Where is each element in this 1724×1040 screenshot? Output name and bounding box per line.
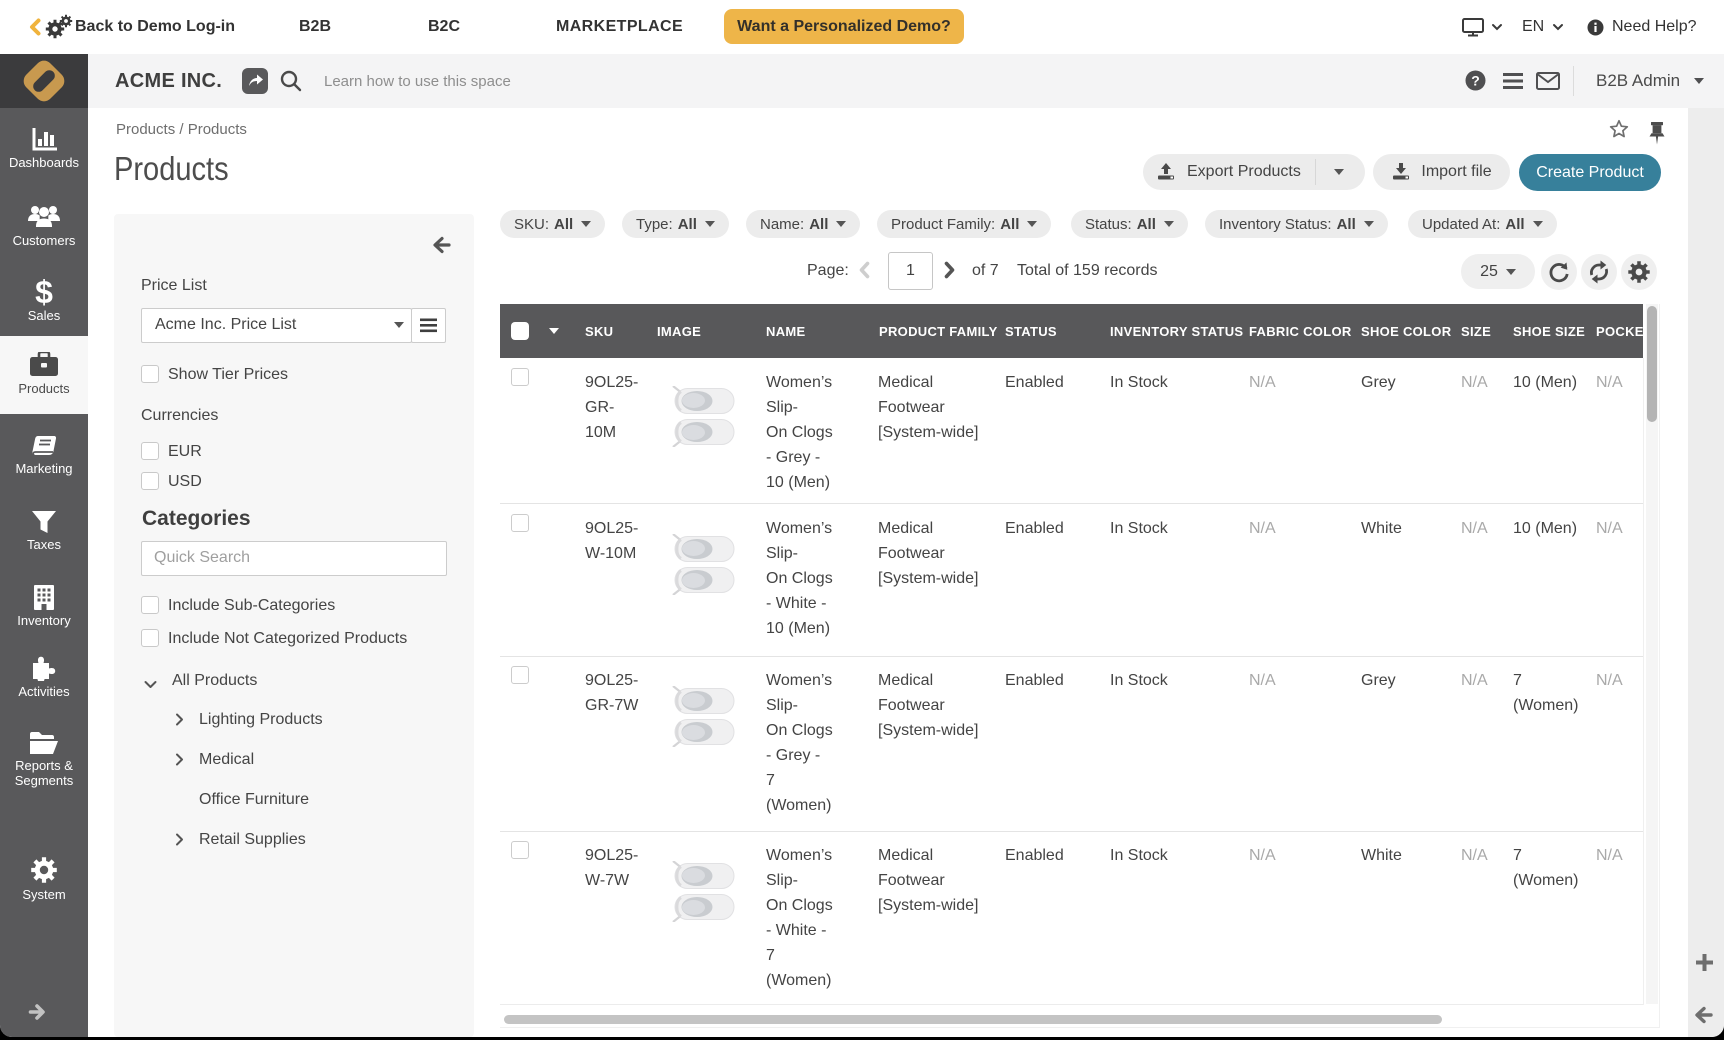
svg-text:?: ? xyxy=(1471,73,1480,89)
